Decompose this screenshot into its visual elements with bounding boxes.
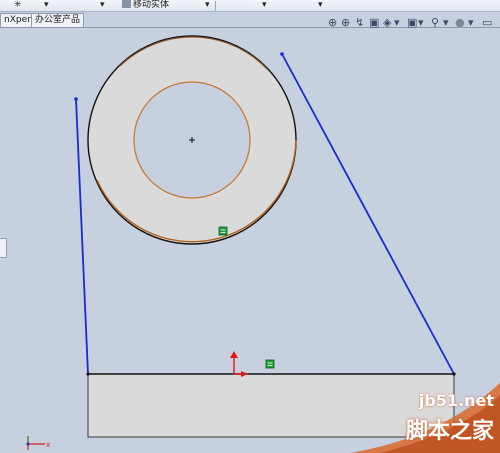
right-sketch-line[interactable] [281,53,455,375]
feature-manager-collapse-tab[interactable] [0,238,7,258]
left-sketch-line[interactable] [75,98,89,375]
line-endpoint[interactable] [86,372,90,376]
reference-triad-icon: x [26,436,50,450]
line-endpoint[interactable] [452,372,456,376]
svg-text:x: x [46,441,50,449]
line-endpoint[interactable] [280,52,284,56]
relation-badge-icon[interactable] [265,359,275,369]
watermark: jb51.net 脚本之家 [350,383,500,453]
relation-badge-icon[interactable] [218,226,228,236]
line-endpoint[interactable] [74,97,78,101]
watermark-name: 脚本之家 [405,419,494,444]
sketch-origin-icon [230,351,248,377]
watermark-site: jb51.net [418,391,494,410]
